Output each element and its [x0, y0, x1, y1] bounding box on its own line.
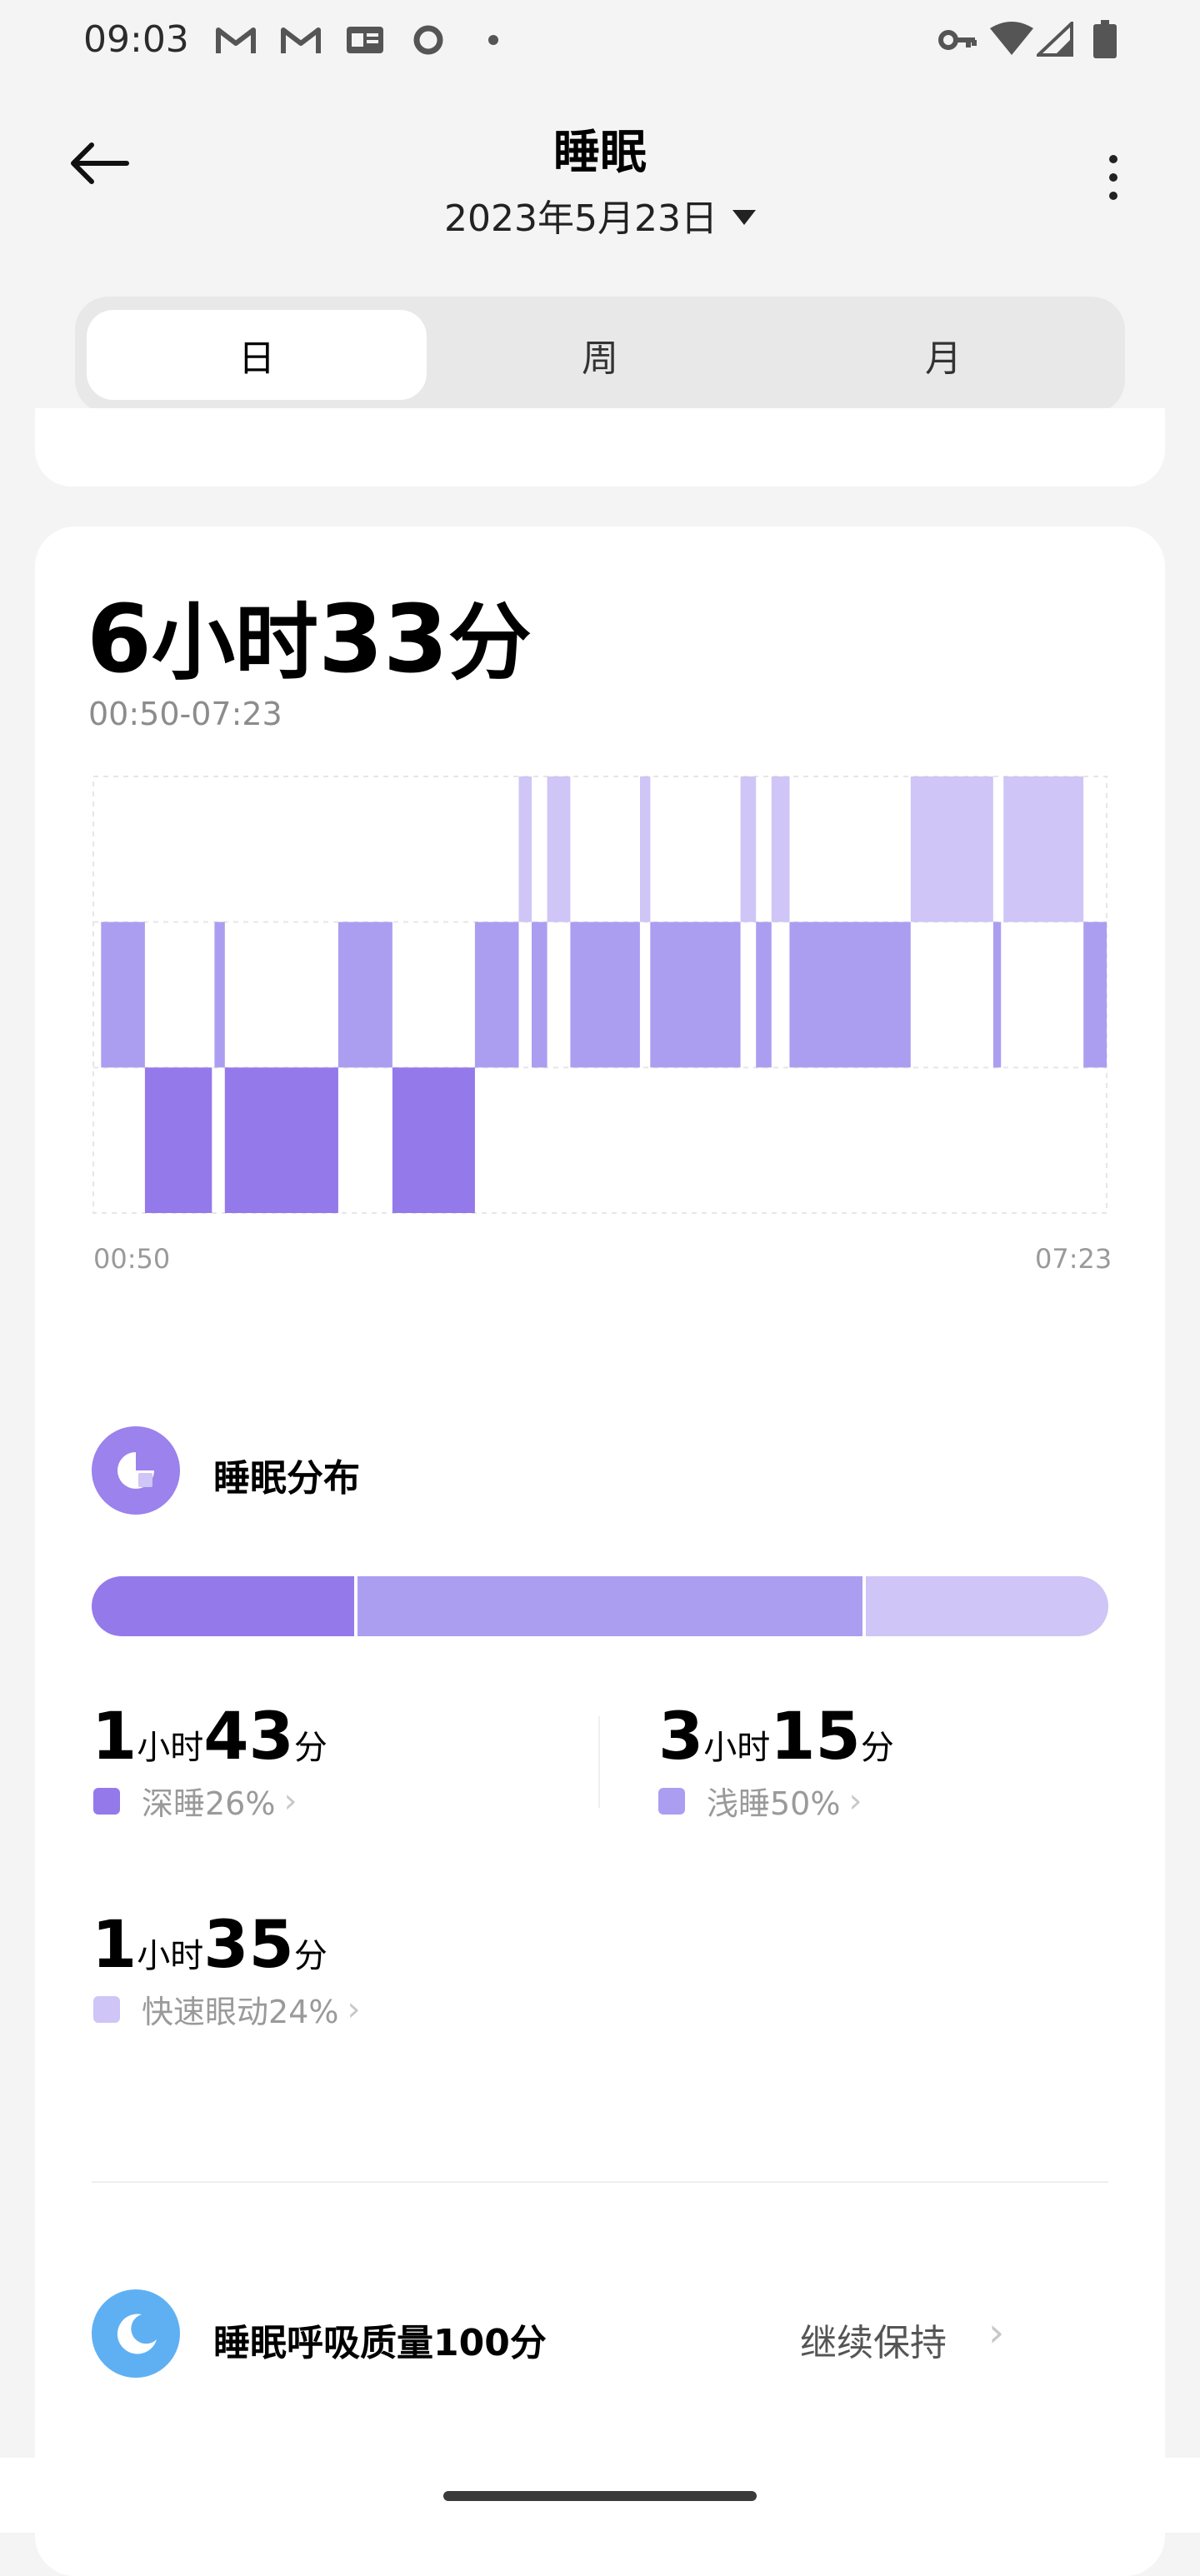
chevron-right-icon: ›	[848, 1781, 862, 1820]
sleep-stage-chart	[92, 776, 1108, 1214]
distribution-bar	[92, 1576, 1108, 1636]
rem-sleep-legend[interactable]: 快速眼动24% ›	[93, 1986, 360, 2032]
breathing-status[interactable]: 继续保持	[800, 2313, 947, 2366]
sleep-segment-light	[789, 921, 911, 1068]
section-divider	[92, 2181, 1108, 2183]
chevron-right-icon: ›	[283, 1781, 298, 1820]
distribution-segment-light	[354, 1576, 863, 1636]
stat-divider	[598, 1716, 600, 1808]
sleep-segment-light	[570, 921, 640, 1068]
light-sleep-duration: 3小时15分	[658, 1700, 894, 1775]
sleep-segment-light	[532, 921, 548, 1068]
breathing-quality-title[interactable]: 睡眠呼吸质量100分	[213, 2313, 547, 2366]
chart-start-time: 00:50	[93, 1243, 171, 1275]
sleep-segment-light	[101, 921, 145, 1068]
sleep-segment-rem	[518, 776, 532, 922]
sleep-segment-deep	[224, 1067, 338, 1213]
sleep-segment-rem	[771, 776, 790, 922]
sleep-segment-rem	[740, 776, 757, 922]
sleep-segment-rem	[640, 776, 651, 922]
sleep-segment-light	[992, 921, 1002, 1068]
sleep-segment-deep	[392, 1067, 475, 1213]
moon-icon	[92, 2289, 180, 2378]
deep-sleep-legend[interactable]: 深睡26% ›	[93, 1778, 297, 1824]
distribution-segment-deep	[92, 1576, 355, 1636]
rem-sleep-duration: 1小时35分	[92, 1908, 328, 1983]
sleep-segment-light	[338, 921, 392, 1068]
sleep-segment-rem	[547, 776, 571, 922]
sleep-distribution-icon	[92, 1426, 180, 1515]
chevron-right-icon[interactable]: ›	[988, 2309, 1004, 2356]
sleep-segment-light	[650, 921, 741, 1068]
distribution-title: 睡眠分布	[213, 1457, 360, 1500]
light-sleep-legend[interactable]: 浅睡50% ›	[658, 1778, 862, 1824]
sleep-segment-light	[214, 921, 225, 1068]
chevron-right-icon: ›	[347, 1989, 361, 2029]
deep-sleep-duration: 1小时43分	[92, 1700, 328, 1775]
home-indicator[interactable]	[443, 2491, 757, 2501]
chart-end-time: 07:23	[1035, 1243, 1112, 1275]
distribution-segment-rem	[862, 1576, 1108, 1636]
sleep-segment-deep	[144, 1067, 212, 1213]
sleep-segment-light	[474, 921, 519, 1068]
deep-sleep-swatch	[93, 1787, 120, 1815]
sleep-segment-rem	[1003, 776, 1084, 922]
sleep-segment-light	[756, 921, 772, 1068]
rem-sleep-swatch	[93, 1995, 120, 2023]
sleep-segment-rem	[910, 776, 993, 922]
sleep-segment-light	[1083, 921, 1107, 1068]
light-sleep-swatch	[658, 1787, 685, 1815]
